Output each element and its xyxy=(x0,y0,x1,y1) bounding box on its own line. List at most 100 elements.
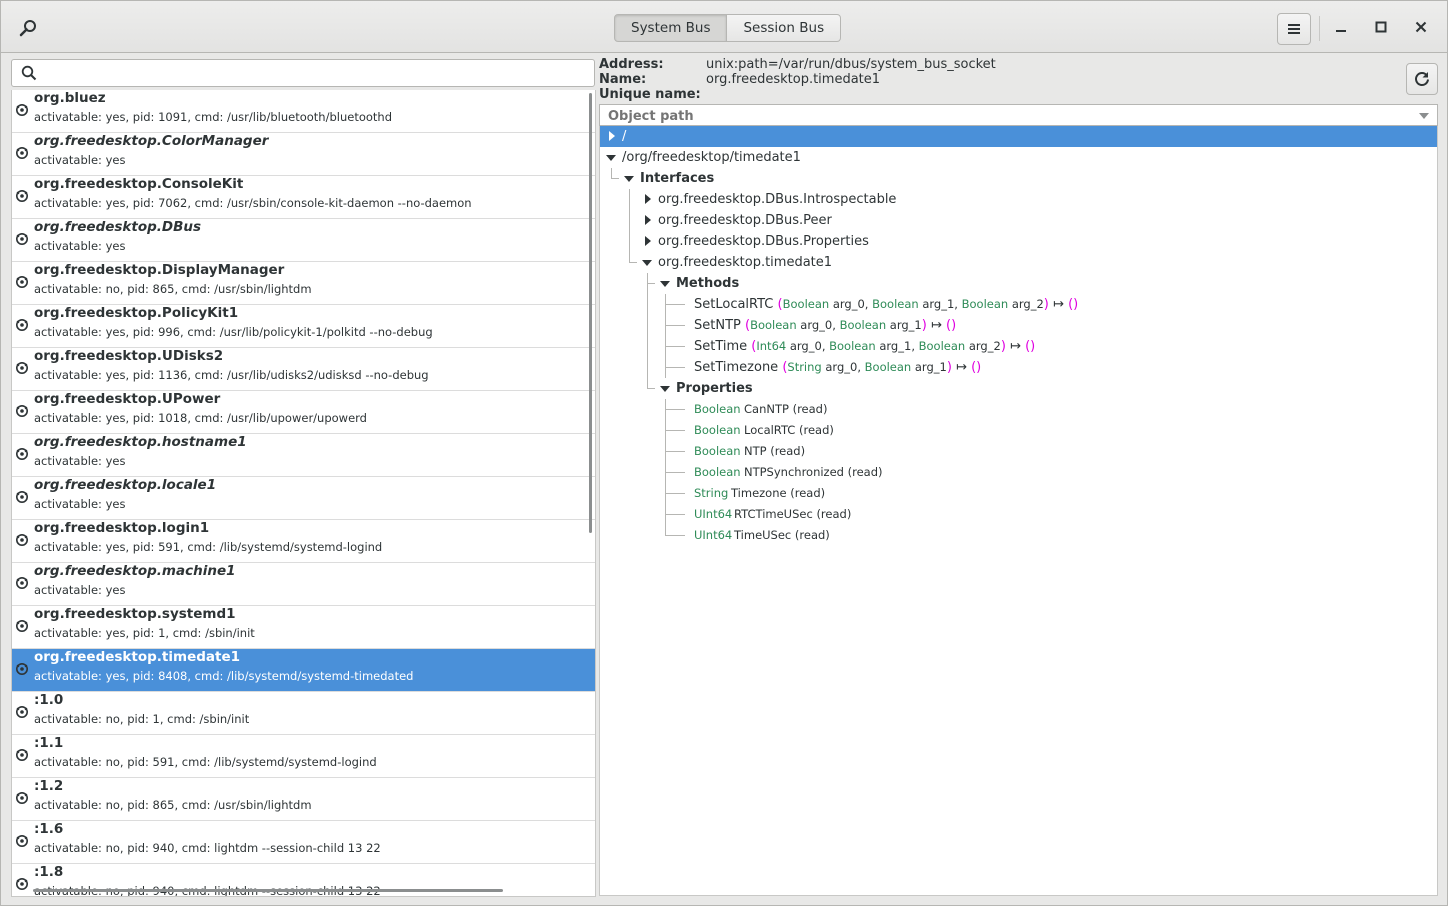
expander-down-icon[interactable] xyxy=(624,176,634,182)
hamburger-icon xyxy=(1288,24,1300,34)
bus-name-row[interactable]: org.freedesktop.PolicyKit1 activatable: y… xyxy=(12,305,595,348)
arg-name: arg_1 xyxy=(914,360,947,374)
tree-guide-line xyxy=(665,409,685,410)
bus-name-icon xyxy=(16,448,28,460)
bus-name-label: org.freedesktop.locale1 xyxy=(34,477,217,493)
bus-name-row[interactable]: org.freedesktop.ColorManager activatable:… xyxy=(12,133,595,176)
method-name: SetLocalRTC xyxy=(694,297,778,312)
bus-name-label: org.freedesktop.DisplayManager xyxy=(34,262,285,278)
bus-name-row[interactable]: org.freedesktop.DisplayManager activatabl… xyxy=(12,262,595,305)
expander-down-icon[interactable] xyxy=(606,155,616,161)
bus-name-label: org.bluez xyxy=(34,90,106,106)
bus-name-row[interactable]: org.freedesktop.login1 activatable: yes, … xyxy=(12,520,595,563)
close-icon[interactable] xyxy=(1411,17,1431,37)
dropdown-arrow-icon xyxy=(1419,113,1429,119)
expander-right-icon[interactable] xyxy=(645,215,651,225)
arg-name: arg_0 xyxy=(789,339,822,353)
bus-name-details: activatable: yes, pid: 1018, cmd: /usr/l… xyxy=(34,411,367,425)
expander-right-icon[interactable] xyxy=(645,236,651,246)
bus-name-details: activatable: no, pid: 591, cmd: /lib/sys… xyxy=(34,755,377,769)
bus-name-details: activatable: no, pid: 865, cmd: /usr/sbi… xyxy=(34,798,312,812)
expander-down-icon[interactable] xyxy=(642,260,652,266)
method-name: SetTimezone xyxy=(694,360,783,375)
arg-name: arg_1 xyxy=(889,318,922,332)
property-type: Boolean xyxy=(694,465,741,479)
arg-separator: , xyxy=(954,297,962,311)
bus-name-row[interactable]: :1.1 activatable: no, pid: 591, cmd: /lib… xyxy=(12,735,595,778)
bus-name-icon xyxy=(16,104,28,116)
refresh-button[interactable] xyxy=(1406,63,1438,95)
returns-arrow: ↦ xyxy=(1010,339,1021,354)
object-path-input[interactable] xyxy=(606,106,1410,126)
tree-guide-line xyxy=(665,367,685,368)
object-path-combo[interactable] xyxy=(599,104,1438,126)
bus-names-pane: org.bluez activatable: yes, pid: 1091, cm… xyxy=(11,59,596,897)
search-input[interactable] xyxy=(46,62,590,84)
tree-row-root[interactable]: / xyxy=(600,126,1437,147)
bus-name-row[interactable]: org.bluez activatable: yes, pid: 1091, cm… xyxy=(12,90,595,133)
bus-name-icon xyxy=(16,534,28,546)
bus-name-row[interactable]: org.freedesktop.ConsoleKit activatable: y… xyxy=(12,176,595,219)
property-name: Timezone (read) xyxy=(731,486,826,500)
bus-name-details: activatable: no, pid: 1, cmd: /sbin/init xyxy=(34,712,250,726)
bus-name-row[interactable]: org.freedesktop.hostname1 activatable: ye… xyxy=(12,434,595,477)
bus-name-row[interactable]: :1.0 activatable: no, pid: 1, cmd: /sbin/… xyxy=(12,692,595,735)
bus-name-icon xyxy=(16,620,28,632)
bus-name-row[interactable]: org.freedesktop.UDisks2 activatable: yes,… xyxy=(12,348,595,391)
bus-name-row[interactable]: :1.8activatable: no, pid: 940, cmd: ligh… xyxy=(12,864,595,896)
bus-name-row[interactable]: :1.6 activatable: no, pid: 940, cmd: ligh… xyxy=(12,821,595,864)
bus-name-label: org.freedesktop.hostname1 xyxy=(34,434,247,450)
bus-name-details: activatable: yes, pid: 996, cmd: /usr/li… xyxy=(34,325,433,339)
return-value: () xyxy=(1025,339,1036,354)
bus-name-details: activatable: yes, pid: 591, cmd: /lib/sy… xyxy=(34,540,383,554)
expander-down-icon[interactable] xyxy=(660,281,670,287)
tree-guide-line xyxy=(665,304,685,305)
interface-name: org.freedesktop.DBus.Introspectable xyxy=(658,192,897,207)
tree-guide-line xyxy=(647,283,655,284)
bus-name-details: activatable: yes xyxy=(34,454,126,468)
menu-button[interactable] xyxy=(1277,13,1311,45)
header-bar: System Bus Session Bus xyxy=(1,1,1447,53)
minimize-icon[interactable] xyxy=(1331,17,1351,37)
expander-down-icon[interactable] xyxy=(660,386,670,392)
tree-guide-line xyxy=(665,325,685,326)
bus-name-row[interactable]: org.freedesktop.DBus activatable: yes xyxy=(12,219,595,262)
bus-name-details: activatable: no, pid: 940, cmd: lightdm … xyxy=(34,841,381,855)
tree-guide-line xyxy=(647,273,648,379)
bus-name-row[interactable]: org.freedesktop.locale1 activatable: yes xyxy=(12,477,595,520)
bus-name-icon xyxy=(16,319,28,331)
method-signature: SetNTP (Boolean arg_0, Boolean arg_1) ↦ … xyxy=(694,315,956,336)
object-path-root: / xyxy=(622,129,627,144)
arg-type: Boolean xyxy=(918,339,966,353)
vertical-scrollbar[interactable] xyxy=(589,93,592,533)
bus-name-row[interactable]: org.freedesktop.systemd1 activatable: yes… xyxy=(12,606,595,649)
property-type: UInt64 xyxy=(694,507,733,521)
bus-name-row[interactable]: org.freedesktop.machine1 activatable: yes xyxy=(12,563,595,606)
bus-names-list: org.bluez activatable: yes, pid: 1091, cm… xyxy=(11,90,596,897)
bus-name-label: org.freedesktop.timedate1 xyxy=(34,649,241,665)
bus-name-row[interactable]: org.freedesktop.timedate1 activatable: ye… xyxy=(12,649,595,692)
bus-name-icon xyxy=(16,491,28,503)
bus-name-row[interactable]: org.freedesktop.UPower activatable: yes, … xyxy=(12,391,595,434)
bus-name-icon xyxy=(16,835,28,847)
bus-name-label: org.freedesktop.PolicyKit1 xyxy=(34,305,239,321)
returns-arrow: ↦ xyxy=(930,318,942,333)
bus-name-label: org.freedesktop.login1 xyxy=(34,520,210,536)
tree-guide-line xyxy=(611,178,619,179)
bus-name-label: org.freedesktop.ConsoleKit xyxy=(34,176,244,192)
horizontal-scrollbar[interactable] xyxy=(33,889,503,892)
arg-type: Boolean xyxy=(872,297,919,311)
expander-right-icon[interactable] xyxy=(645,194,651,204)
method-name: SetTime xyxy=(694,339,752,354)
bus-name-row[interactable]: :1.2 activatable: no, pid: 865, cmd: /usr… xyxy=(12,778,595,821)
tree-guide-line xyxy=(665,346,685,347)
session-bus-tab[interactable]: Session Bus xyxy=(727,14,842,42)
system-bus-tab[interactable]: System Bus xyxy=(614,14,728,42)
maximize-icon[interactable] xyxy=(1371,17,1391,37)
property-name: RTCTimeUSec (read) xyxy=(734,507,852,521)
bus-name-details: activatable: yes xyxy=(34,153,126,167)
expander-right-icon[interactable] xyxy=(609,131,615,141)
interface-name: org.freedesktop.timedate1 xyxy=(658,255,833,270)
bus-name-icon xyxy=(16,362,28,374)
refresh-icon xyxy=(1415,72,1429,86)
